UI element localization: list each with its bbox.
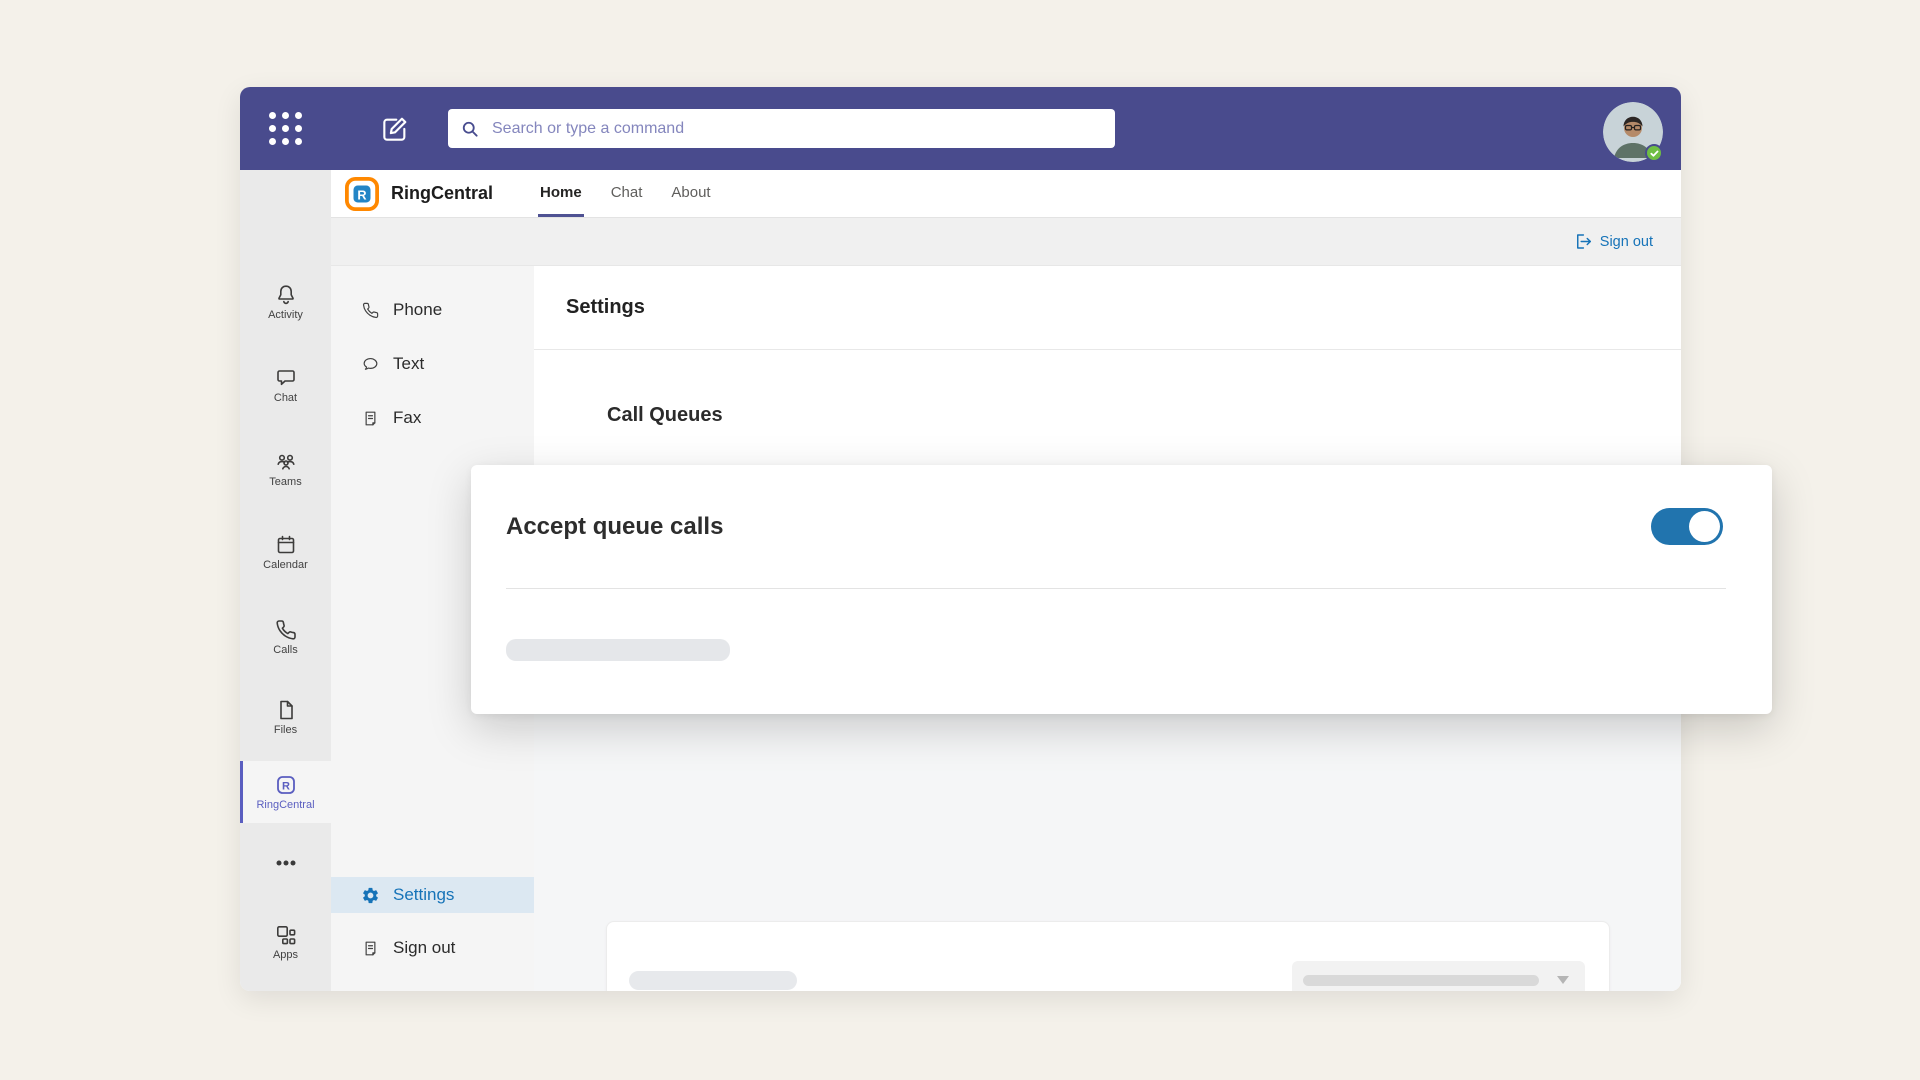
gear-icon [361, 886, 380, 905]
search-input[interactable] [492, 120, 1103, 138]
sign-out-label: Sign out [1600, 234, 1653, 250]
tab-home[interactable]: Home [538, 170, 584, 217]
search-bar [448, 109, 1115, 148]
sidebar-item-label: Activity [268, 310, 303, 321]
subnav-item-sign-out[interactable]: Sign out [331, 930, 534, 966]
subnav-item-label: Settings [393, 885, 454, 905]
avatar[interactable] [1603, 102, 1663, 162]
ringcentral-logo-icon: R [345, 177, 379, 211]
phone-icon [274, 618, 298, 642]
sidebar-item-files[interactable]: Files [240, 686, 331, 748]
app-toolbar: Sign out [331, 218, 1681, 266]
more-dots-icon [274, 851, 298, 875]
tab-about[interactable]: About [669, 170, 712, 217]
sidebar-item-label: Teams [269, 477, 301, 488]
fax-document-icon [361, 409, 380, 428]
skeleton-text [506, 639, 730, 661]
sign-out-document-icon [361, 939, 380, 958]
subnav-item-label: Fax [393, 408, 421, 428]
svg-text:R: R [357, 187, 366, 202]
sidebar-item-label: Calls [273, 645, 297, 656]
subnav-item-settings[interactable]: Settings [331, 877, 534, 913]
divider [534, 349, 1681, 350]
placeholder-select[interactable] [1292, 961, 1585, 991]
search-icon [460, 119, 480, 139]
subnav-item-phone[interactable]: Phone [331, 292, 534, 328]
subnav-item-label: Sign out [393, 938, 455, 958]
section-title: Call Queues [607, 404, 723, 427]
sidebar-item-calendar[interactable]: Calendar [240, 521, 331, 583]
ringcentral-icon: R [274, 773, 298, 797]
app-rail: Activity Chat Teams [240, 170, 331, 991]
sidebar-item-label: RingCentral [256, 800, 314, 811]
people-icon [274, 450, 298, 474]
sidebar-item-label: Apps [273, 950, 298, 961]
phone-icon [361, 301, 380, 320]
status-available-icon [1645, 144, 1663, 162]
file-icon [274, 698, 298, 722]
skeleton-value [1303, 975, 1539, 986]
svg-text:R: R [282, 780, 290, 792]
app-launcher-icon[interactable] [269, 112, 302, 145]
sign-out-link[interactable]: Sign out [1573, 232, 1653, 251]
sidebar-item-activity[interactable]: Activity [240, 271, 331, 333]
subnav-item-label: Phone [393, 300, 442, 320]
compose-icon[interactable] [379, 113, 411, 145]
chevron-down-icon [1557, 976, 1569, 984]
chat-bubble-icon [274, 366, 298, 390]
bell-icon [274, 283, 298, 307]
divider [506, 588, 1726, 589]
dialog-title: Accept queue calls [506, 513, 723, 541]
subnav-item-fax[interactable]: Fax [331, 400, 534, 436]
calendar-icon [274, 533, 298, 557]
app-title: RingCentral [391, 183, 493, 204]
apps-icon [274, 923, 298, 947]
subnav-item-text[interactable]: Text [331, 346, 534, 382]
sidebar-item-apps[interactable]: Apps [240, 911, 331, 973]
placeholder-card [606, 921, 1610, 991]
app-tabs: Home Chat About [538, 170, 713, 217]
sidebar-item-calls[interactable]: Calls [240, 606, 331, 668]
accept-queue-calls-dialog: Accept queue calls [471, 465, 1772, 714]
sidebar-item-ringcentral[interactable]: R RingCentral [240, 761, 331, 823]
sidebar-item-label: Files [274, 725, 297, 736]
sidebar-item-label: Chat [274, 393, 297, 404]
tab-chat[interactable]: Chat [609, 170, 645, 217]
sidebar-item-more[interactable] [240, 843, 331, 883]
app-header: R RingCentral Home Chat About [331, 170, 1681, 218]
accept-queue-calls-toggle[interactable] [1651, 508, 1723, 545]
page-title: Settings [566, 296, 645, 319]
sidebar-item-chat[interactable]: Chat [240, 354, 331, 416]
topbar [240, 87, 1681, 170]
subnav-item-label: Text [393, 354, 424, 374]
sign-out-icon [1573, 232, 1592, 251]
sidebar-item-teams[interactable]: Teams [240, 438, 331, 500]
sidebar-item-label: Calendar [263, 560, 308, 571]
speech-bubble-icon [361, 355, 380, 374]
placeholder-row [629, 961, 1585, 991]
skeleton-label [629, 971, 797, 990]
dialog-header: Accept queue calls [506, 465, 1723, 588]
